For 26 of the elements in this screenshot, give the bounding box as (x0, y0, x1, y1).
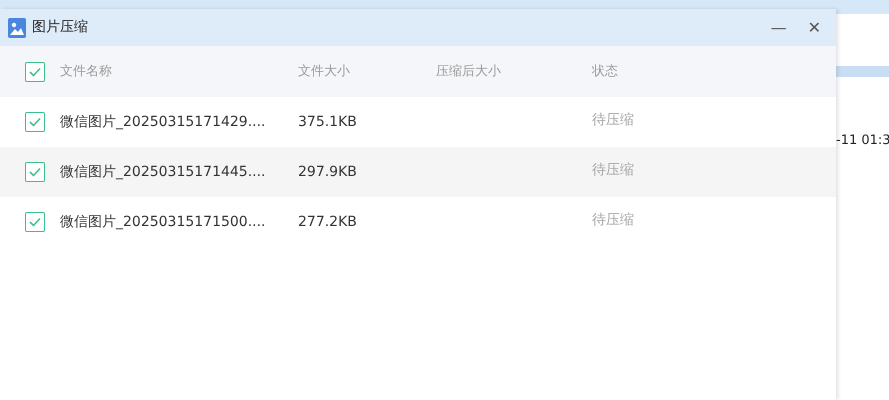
status-text: 待压缩 (592, 212, 634, 228)
checkmark-icon (29, 167, 41, 177)
checkbox[interactable] (25, 112, 45, 132)
file-name: 微信图片_20250315171500.... (60, 214, 266, 230)
window-title: 图片压缩 (32, 18, 88, 37)
file-size: 297.9KB (298, 164, 357, 180)
file-name: 微信图片_20250315171445.... (60, 164, 266, 180)
minimize-button[interactable]: — (770, 20, 787, 36)
checkbox[interactable] (25, 162, 45, 182)
file-size: 375.1KB (298, 114, 357, 130)
checkbox[interactable] (25, 62, 45, 82)
checkmark-icon (29, 66, 41, 76)
column-header: 压缩后大小 (436, 64, 501, 79)
checkmark-icon (29, 117, 41, 127)
file-name: 微信图片_20250315171429.... (60, 114, 266, 130)
file-size: 277.2KB (298, 214, 357, 230)
checkbox[interactable] (25, 212, 45, 232)
status-text: 待压缩 (592, 112, 634, 128)
close-button[interactable]: ✕ (808, 20, 821, 36)
image-icon (8, 18, 26, 38)
background-bar (836, 66, 889, 77)
column-header: 状态 (592, 64, 618, 79)
status-text: 待压缩 (592, 162, 634, 178)
checkmark-icon (29, 217, 41, 227)
column-header: 文件大小 (298, 64, 350, 79)
column-header: 文件名称 (60, 64, 112, 79)
